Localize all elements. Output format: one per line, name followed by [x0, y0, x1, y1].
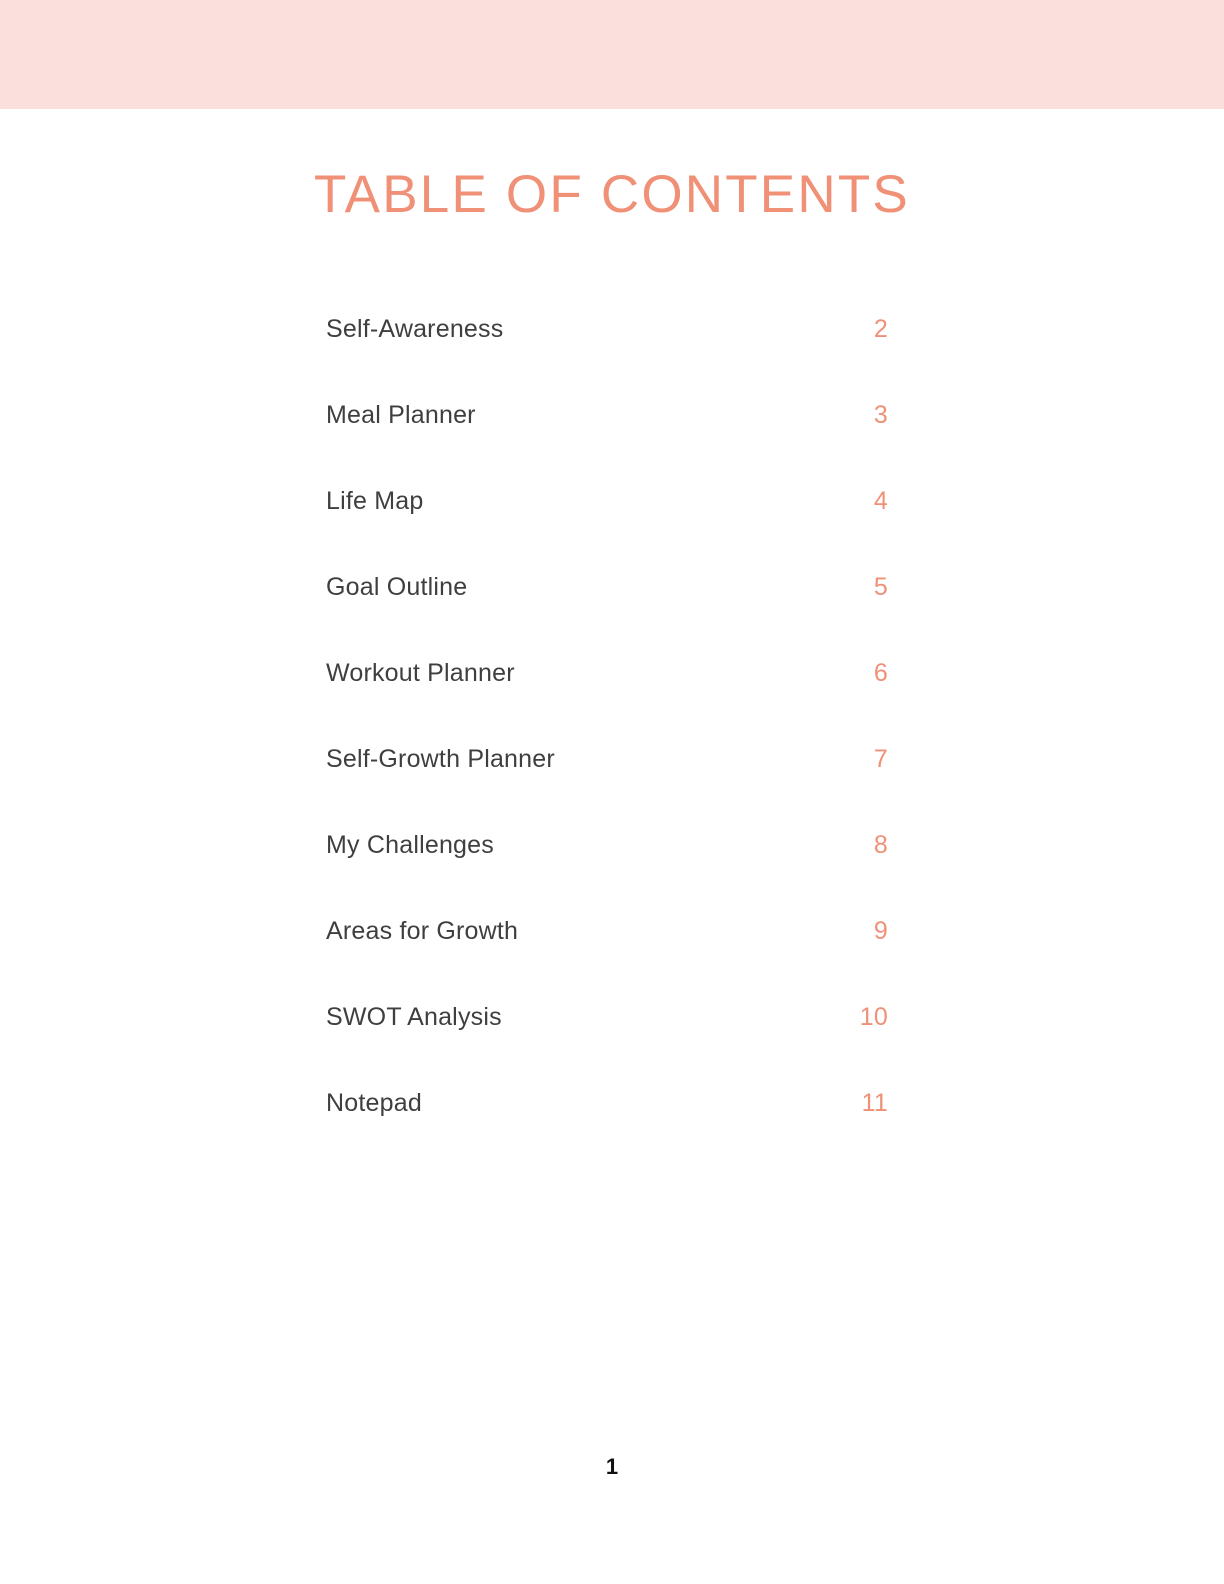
toc-entry-label: Self-Awareness [326, 315, 504, 343]
toc-entry-self-growth-planner[interactable]: Self-Growth Planner 7 [326, 739, 888, 825]
toc-entry-label: Meal Planner [326, 401, 476, 429]
toc-entry-page-number: 2 [873, 315, 888, 343]
toc-entry-label: Life Map [326, 487, 424, 515]
toc-entry-life-map[interactable]: Life Map 4 [326, 481, 888, 567]
toc-entry-page-number: 9 [873, 917, 888, 945]
toc-entry-page-number: 6 [873, 659, 888, 687]
page-title: TABLE OF CONTENTS [314, 164, 910, 224]
toc-entry-label: Notepad [326, 1089, 422, 1117]
toc-entry-page-number: 3 [873, 401, 888, 429]
toc-entry-page-number: 10 [859, 1003, 888, 1031]
toc-entry-goal-outline[interactable]: Goal Outline 5 [326, 567, 888, 653]
footer-page-number: 1 [605, 1454, 619, 1479]
toc-entry-page-number: 8 [873, 831, 888, 859]
toc-entry-page-number: 5 [873, 573, 888, 601]
toc-entry-areas-for-growth[interactable]: Areas for Growth 9 [326, 911, 888, 997]
toc-entry-label: SWOT Analysis [326, 1003, 502, 1031]
toc-entry-notepad[interactable]: Notepad 11 [326, 1083, 888, 1169]
toc-entry-workout-planner[interactable]: Workout Planner 6 [326, 653, 888, 739]
toc-entry-label: My Challenges [326, 831, 494, 859]
toc-entry-self-awareness[interactable]: Self-Awareness 2 [326, 309, 888, 395]
toc-entry-page-number: 4 [873, 487, 888, 515]
toc-entry-label: Areas for Growth [326, 917, 519, 945]
toc-entry-label: Workout Planner [326, 659, 515, 687]
toc-entry-page-number: 7 [873, 745, 888, 773]
toc-entry-page-number: 11 [861, 1089, 888, 1117]
toc-entry-swot-analysis[interactable]: SWOT Analysis 10 [326, 997, 888, 1083]
toc-entry-label: Goal Outline [326, 573, 468, 601]
toc-entry-label: Self-Growth Planner [326, 745, 555, 773]
toc-entry-my-challenges[interactable]: My Challenges 8 [326, 825, 888, 911]
table-of-contents-list: Self-Awareness 2 Meal Planner 3 Life Map… [326, 309, 888, 1169]
top-decorative-banner [0, 0, 1224, 109]
toc-entry-meal-planner[interactable]: Meal Planner 3 [326, 395, 888, 481]
